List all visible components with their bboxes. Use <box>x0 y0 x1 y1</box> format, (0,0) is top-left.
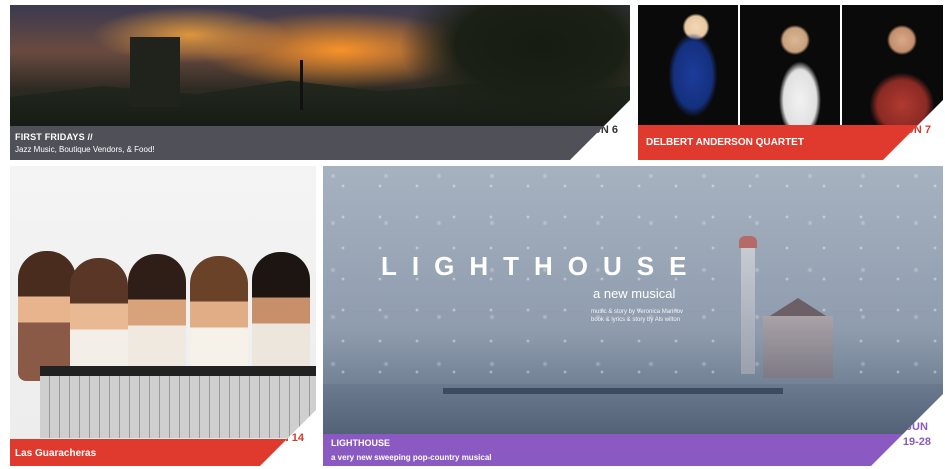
poster-heading: LIGHTHOUSE <box>381 251 702 281</box>
poster-credits: music & story by Veronica Marinov book &… <box>591 308 683 324</box>
poster-credit-line: book & lyrics & story by Als wilton <box>591 317 681 323</box>
event-subtitle: a very new sweeping pop-country musical <box>331 453 492 462</box>
lighthouse-poster: LIGHTHOUSE a new musical music & story b… <box>323 166 943 466</box>
event-caption-bar: LIGHTHOUSE a very new sweeping pop-count… <box>323 434 943 466</box>
event-date-range: 19-28 <box>902 436 931 448</box>
event-title: FIRST FRIDAYS // <box>15 132 93 142</box>
musician-photo <box>842 5 943 125</box>
event-card-lighthouse[interactable]: LIGHTHOUSE a new musical music & story b… <box>323 166 943 466</box>
event-card-delbert-anderson[interactable]: DELBERT ANDERSON QUARTET JUN 7 <box>638 5 943 160</box>
event-title: LIGHTHOUSE <box>331 438 391 448</box>
group-photo <box>10 166 316 466</box>
musician-photo <box>740 5 840 125</box>
poster-tagline: a new musical <box>593 286 676 301</box>
musician-photo <box>638 5 738 125</box>
event-subtitle: Jazz Music, Boutique Vendors, & Food! <box>15 145 155 154</box>
event-card-las-guaracheras[interactable]: Las Guaracheras JUN 14 <box>10 166 316 466</box>
poster-credit-line: music & story by Veronica Marinov <box>591 309 684 315</box>
event-caption-bar: FIRST FRIDAYS // Jazz Music, Boutique Ve… <box>10 126 630 160</box>
event-card-first-fridays[interactable]: FIRST FRIDAYS // Jazz Music, Boutique Ve… <box>10 5 630 160</box>
